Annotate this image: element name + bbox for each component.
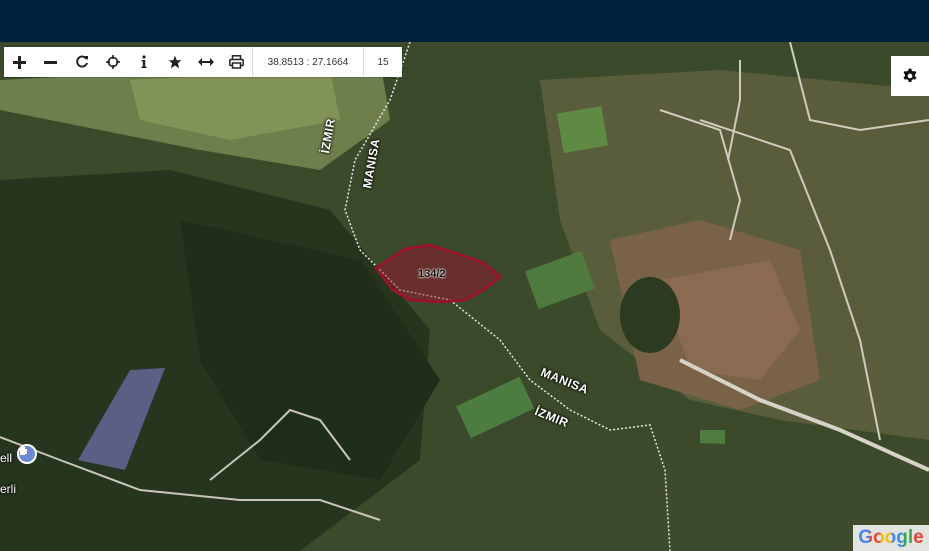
town-label-top: ell: [0, 451, 13, 465]
zoom-level-display: 15: [363, 47, 402, 77]
google-logo-text: Google: [858, 527, 924, 548]
minus-icon: [44, 60, 57, 64]
coordinates-display: 38.8513 : 27.1664: [252, 47, 363, 77]
favorite-button[interactable]: [159, 47, 190, 77]
town-label-bottom: erli: [0, 482, 17, 496]
measure-icon: [197, 58, 214, 66]
gear-icon: [903, 68, 917, 82]
print-icon: [229, 55, 244, 69]
crosshair-icon: [105, 55, 120, 69]
star-icon: [168, 55, 181, 69]
top-header-bar: [0, 0, 929, 42]
satellite-map[interactable]: 134/2 İZMIR MANISA MANISA İZMIR ell erli: [0, 42, 929, 551]
plus-icon: [13, 55, 26, 69]
map-toolbar: 38.8513 : 27.1664 15: [4, 47, 402, 77]
refresh-icon: [75, 55, 88, 68]
refresh-button[interactable]: [66, 47, 97, 77]
fuel-icon: [20, 447, 27, 455]
print-button[interactable]: [221, 47, 252, 77]
zoom-in-button[interactable]: [4, 47, 35, 77]
info-button[interactable]: [128, 47, 159, 77]
zoom-out-button[interactable]: [35, 47, 66, 77]
gas-station-marker[interactable]: [17, 444, 37, 464]
measure-button[interactable]: [190, 47, 221, 77]
parcel-label: 134/2: [418, 268, 446, 280]
locate-button[interactable]: [97, 47, 128, 77]
settings-button[interactable]: [891, 56, 929, 96]
map-imagery: [0, 42, 929, 551]
info-icon: [141, 55, 146, 68]
google-logo: Google: [853, 525, 929, 551]
